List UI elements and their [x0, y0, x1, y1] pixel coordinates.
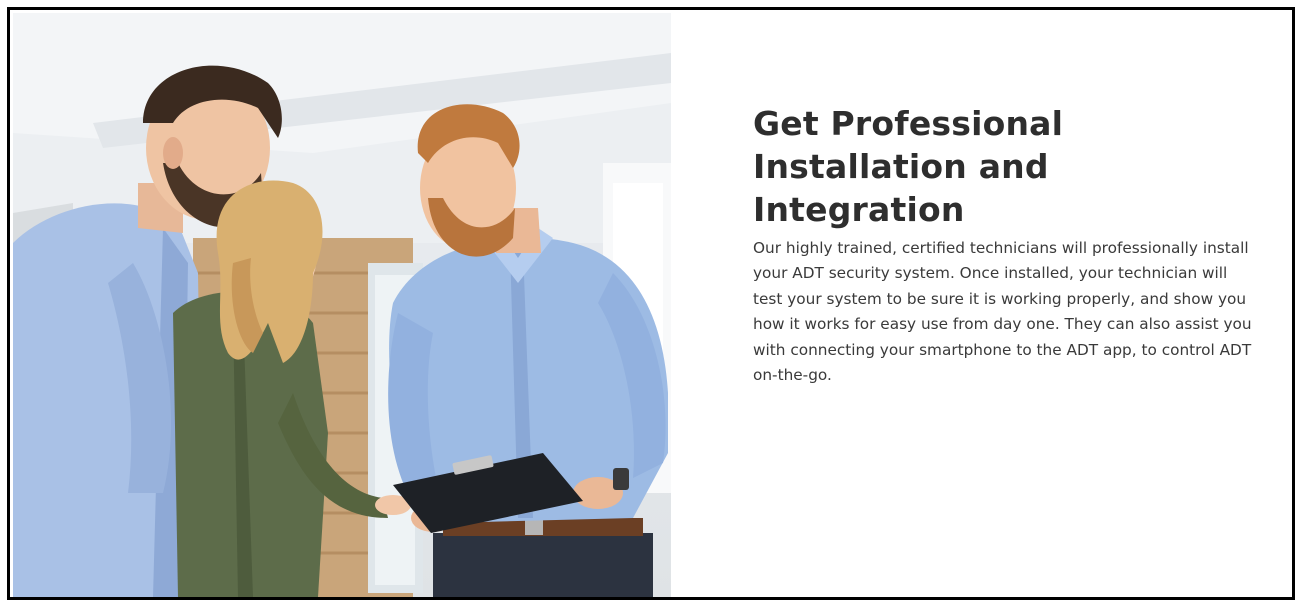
headline-line: Installation and: [753, 147, 1049, 186]
headline-line: Integration: [753, 190, 965, 229]
content-panel: Get Professional Installation and Integr…: [753, 102, 1253, 388]
hero-photo: [13, 13, 671, 597]
promo-card: Get Professional Installation and Integr…: [7, 7, 1295, 600]
headline: Get Professional Installation and Integr…: [753, 102, 1253, 231]
headline-line: Get Professional: [753, 104, 1064, 143]
body-paragraph: Our highly trained, certified technician…: [753, 239, 1252, 385]
